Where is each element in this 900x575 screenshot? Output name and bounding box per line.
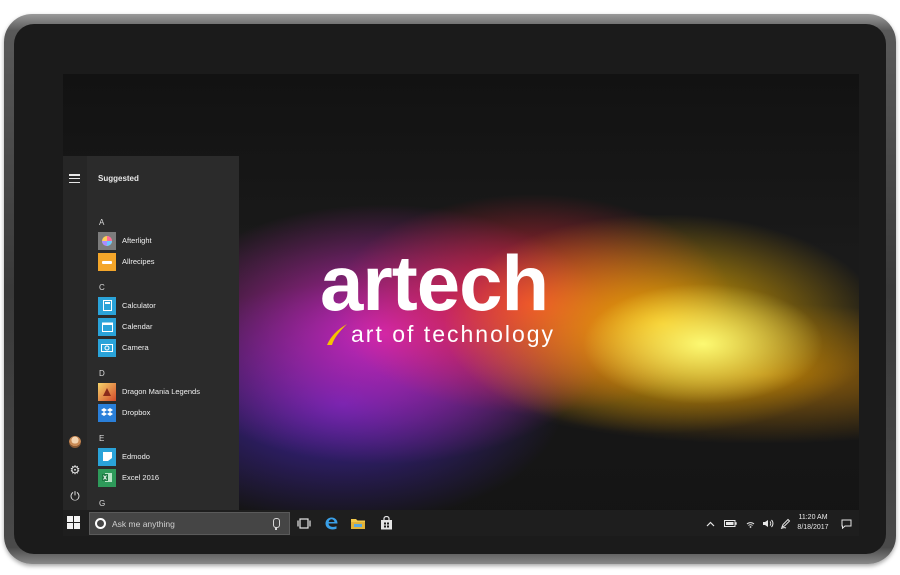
allrecipes-icon — [98, 252, 116, 271]
taskbar: Ask me anything 11:20 AM 8/18/2017 — [63, 510, 859, 536]
wifi-icon[interactable] — [744, 510, 756, 536]
calculator-icon — [98, 296, 116, 315]
app-item-allrecipes[interactable]: Allrecipes — [98, 251, 238, 272]
dropbox-icon — [98, 403, 116, 422]
suggested-header: Suggested — [98, 174, 139, 183]
app-item-dragon-mania-legends[interactable]: Dragon Mania Legends — [98, 381, 238, 402]
app-group-letter-d[interactable]: D — [98, 366, 238, 381]
desktop-screen: artech art of technology ⚙ ⏻ Suggested A — [63, 74, 859, 536]
pen-workspace-icon[interactable] — [779, 510, 791, 536]
app-name: Allrecipes — [122, 257, 155, 266]
clock-time: 11:20 AM — [798, 514, 828, 521]
dragon-mania-icon — [98, 382, 116, 401]
volume-icon[interactable] — [761, 510, 775, 536]
windows-start-icon[interactable] — [67, 516, 80, 529]
app-item-excel-2016[interactable]: Excel 2016 — [98, 467, 238, 488]
app-name: Calendar — [122, 322, 153, 331]
app-group-letter-c[interactable]: C — [98, 280, 238, 295]
user-avatar[interactable] — [69, 436, 81, 448]
show-hidden-icons-chevron-up-icon[interactable] — [704, 510, 716, 536]
tablet-bezel: artech art of technology ⚙ ⏻ Suggested A — [14, 24, 886, 554]
app-name: Excel 2016 — [122, 473, 160, 482]
battery-icon[interactable] — [723, 510, 737, 536]
cortana-icon — [95, 518, 106, 529]
edmodo-icon — [98, 447, 116, 466]
camera-icon — [98, 338, 116, 357]
tablet-frame: artech art of technology ⚙ ⏻ Suggested A — [4, 14, 896, 564]
search-placeholder: Ask me anything — [112, 518, 175, 529]
app-item-camera[interactable]: Camera — [98, 337, 238, 358]
app-list: A Afterlight Allrecipes C Calculator Cal… — [98, 215, 238, 519]
app-name: Dropbox — [122, 408, 151, 417]
calendar-icon — [98, 317, 116, 336]
app-item-afterlight[interactable]: Afterlight — [98, 230, 238, 251]
app-item-dropbox[interactable]: Dropbox — [98, 402, 238, 423]
excel-icon — [98, 468, 116, 487]
app-name: Calculator — [122, 301, 156, 310]
app-item-edmodo[interactable]: Edmodo — [98, 446, 238, 467]
edge-browser-icon[interactable] — [323, 515, 339, 531]
power-icon[interactable]: ⏻ — [68, 489, 82, 503]
app-name: Dragon Mania Legends — [122, 387, 200, 396]
app-name: Afterlight — [122, 236, 152, 245]
settings-gear-icon[interactable]: ⚙ — [68, 463, 82, 477]
app-group-letter-g[interactable]: G — [98, 496, 238, 511]
start-menu: ⚙ ⏻ Suggested A Afterlight Allrecipes C … — [63, 156, 239, 519]
app-item-calculator[interactable]: Calculator — [98, 295, 238, 316]
microphone-icon[interactable] — [270, 517, 282, 531]
app-group-letter-a[interactable]: A — [98, 215, 238, 230]
app-item-calendar[interactable]: Calendar — [98, 316, 238, 337]
app-group-letter-e[interactable]: E — [98, 431, 238, 446]
app-name: Edmodo — [122, 452, 150, 461]
store-icon[interactable] — [378, 515, 394, 531]
action-center-icon[interactable] — [839, 510, 853, 536]
start-menu-rail: ⚙ ⏻ — [63, 156, 87, 511]
hamburger-menu-icon[interactable] — [69, 174, 80, 183]
task-view-icon[interactable] — [296, 515, 312, 531]
cortana-search-box[interactable]: Ask me anything — [89, 512, 290, 535]
logo-brand: artech — [320, 239, 549, 327]
afterlight-icon — [98, 231, 116, 250]
clock-date: 8/18/2017 — [797, 524, 829, 531]
file-explorer-icon[interactable] — [350, 515, 366, 531]
system-clock[interactable]: 11:20 AM 8/18/2017 — [793, 513, 833, 533]
logo-tagline: art of technology — [351, 321, 556, 347]
app-name: Camera — [122, 343, 149, 352]
